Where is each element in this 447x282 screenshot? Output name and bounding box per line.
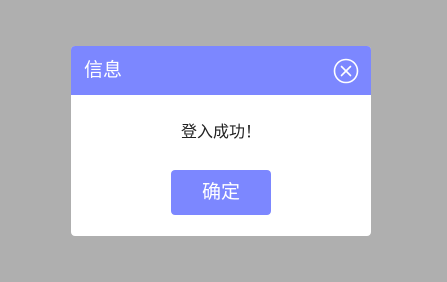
message-dialog: 信息 登入成功！ 确定 <box>71 46 371 236</box>
dialog-header: 信息 <box>71 46 371 95</box>
dialog-message: 登入成功！ <box>180 122 261 141</box>
close-circle-icon <box>333 58 359 84</box>
confirm-button[interactable]: 确定 <box>171 170 271 215</box>
dialog-title: 信息 <box>84 59 123 81</box>
close-button[interactable] <box>333 58 359 84</box>
dialog-body: 登入成功！ 确定 <box>71 95 371 236</box>
